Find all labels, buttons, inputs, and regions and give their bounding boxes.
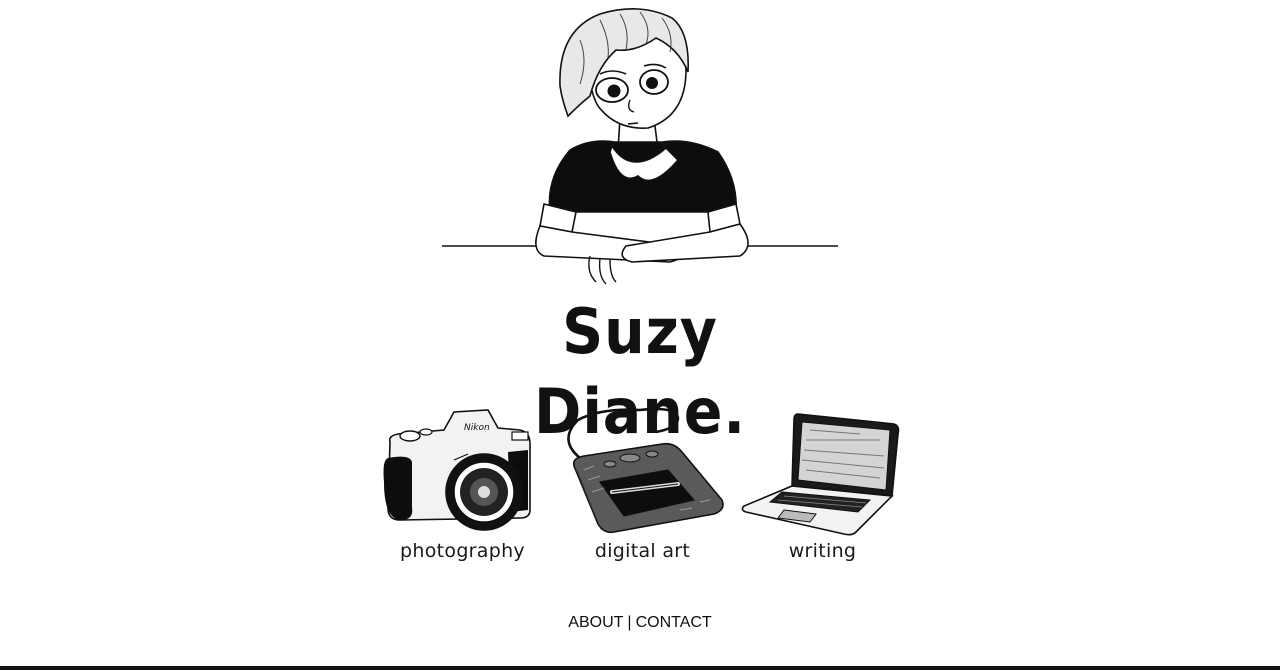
category-label: photography: [400, 540, 525, 562]
svg-text:Nikon: Nikon: [464, 423, 490, 433]
footer-nav: ABOUT | CONTACT: [0, 614, 1280, 632]
category-photography-link[interactable]: Nikon photography: [380, 400, 545, 580]
girl-at-desk-icon: [442, 8, 838, 285]
category-label: writing: [788, 540, 857, 562]
site-title: Suzy Diane.: [534, 295, 746, 448]
bottom-border: [0, 666, 1280, 670]
contact-link[interactable]: CONTACT: [636, 614, 712, 631]
nav-separator: |: [627, 614, 632, 631]
category-writing-link[interactable]: writing: [740, 400, 905, 580]
laptop-icon: [741, 413, 900, 536]
category-nav: Nikon photography digital art writing: [380, 400, 910, 580]
about-link[interactable]: ABOUT: [568, 614, 623, 631]
drawing-tablet-icon: [567, 407, 724, 534]
hero-illustration: [440, 0, 840, 292]
category-label: digital art: [594, 540, 691, 562]
camera-icon: Nikon: [383, 409, 531, 531]
category-digital-art-link[interactable]: digital art: [560, 400, 725, 580]
